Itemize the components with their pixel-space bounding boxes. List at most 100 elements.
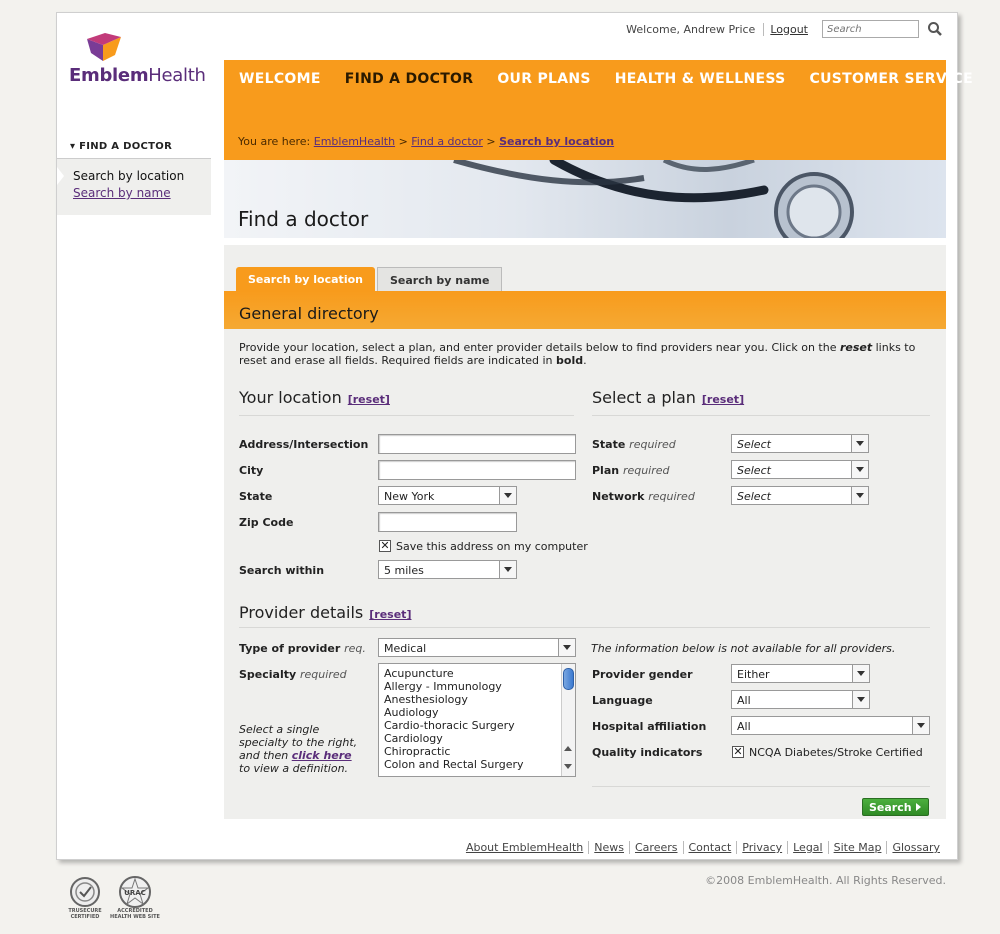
logo-mark-icon [87,33,121,61]
page-title: Find a doctor [238,207,369,231]
general-directory-bar: General directory [224,291,946,329]
scroll-up-arrow-icon[interactable] [564,746,572,751]
network-select[interactable]: Select [731,486,869,505]
chevron-down-icon [912,717,929,734]
your-location-heading: Your location [reset] [239,388,390,407]
plan-reset-link[interactable]: [reset] [702,393,744,406]
specialty-option[interactable]: Colon and Rectal Surgery [384,758,570,771]
nav-item-welcome[interactable]: WELCOME [239,71,321,87]
zip-code-field[interactable] [378,512,517,532]
hospital-affiliation-select[interactable]: All [731,716,930,735]
save-address-label: Save this address on my computer [396,540,588,553]
urac-badge[interactable]: URAC ACCREDITED HEALTH WEB SITE [110,876,160,920]
nav-item-find-a-doctor[interactable]: FIND A DOCTOR [345,71,474,87]
welcome-text: Welcome, Andrew Price [626,22,756,36]
main-nav: WELCOME FIND A DOCTOR OUR PLANS HEALTH &… [224,60,973,170]
address-label: Address/Intersection [239,438,369,451]
page-frame: Welcome, Andrew Price Logout EmblemHealt… [56,12,973,860]
state-select[interactable]: New York [378,486,517,505]
search-within-select[interactable]: 5 miles [378,560,517,579]
tab-search-by-name[interactable]: Search by name [376,267,503,291]
zip-label: Zip Code [239,516,294,529]
language-select[interactable]: All [731,690,870,709]
address-field[interactable] [378,434,576,454]
sidebar-active-arrow [57,167,64,185]
quality-indicator-label: NCQA Diabetes/Stroke Certified [749,746,923,759]
site-search-input[interactable] [822,20,919,38]
save-address-checkbox[interactable]: ✕ [379,540,391,552]
trusecure-badge[interactable]: TRUSECURE CERTIFIED [65,876,105,920]
search-icon[interactable] [927,21,943,37]
urac-badge-text: ACCREDITED HEALTH WEB SITE [110,908,160,920]
provider-type-label: Type of provider req. [239,642,366,655]
specialty-option[interactable]: Audiology [384,706,570,719]
search-button[interactable]: Search [862,798,929,816]
footer-link-privacy[interactable]: Privacy [736,841,787,854]
sidebar-menu: Search by location Search by name [57,158,211,215]
divider [239,627,930,628]
logout-link[interactable]: Logout [763,22,814,36]
quality-label: Quality indicators [592,746,703,759]
tab-search-by-location[interactable]: Search by location [236,267,375,291]
provider-reset-link[interactable]: [reset] [369,608,411,621]
provider-details-heading: Provider details [reset] [239,603,412,622]
gender-label: Provider gender [592,668,693,681]
breadcrumb-emblemhealth[interactable]: EmblemHealth [314,135,395,148]
provider-type-select[interactable]: Medical [378,638,576,657]
specialty-listbox[interactable]: Acupuncture Allergy - Immunology Anesthe… [378,663,576,777]
provider-gender-select[interactable]: Either [731,664,870,683]
divider [239,415,574,416]
footer-link-careers[interactable]: Careers [629,841,683,854]
footer-link-about[interactable]: About EmblemHealth [461,841,588,854]
arrow-right-icon [916,803,921,811]
breadcrumb-search-by-location[interactable]: Search by location [499,135,614,148]
sidebar-item-search-by-location[interactable]: Search by location [73,169,211,183]
specialty-help-note: Select a single specialty to the right, … [239,723,358,775]
breadcrumb-find-a-doctor[interactable]: Find a doctor [411,135,483,148]
plan-state-select[interactable]: Select [731,434,869,453]
nav-item-health-wellness[interactable]: HEALTH & WELLNESS [615,71,786,87]
plan-select[interactable]: Select [731,460,869,479]
hospital-label: Hospital affiliation [592,720,707,733]
footer-link-glossary[interactable]: Glossary [886,841,945,854]
sidebar-item-search-by-name[interactable]: Search by name [73,186,211,200]
plan-state-label: State required [592,438,676,451]
specialty-label: Specialty required [239,668,347,681]
footer-link-site-map[interactable]: Site Map [827,841,887,854]
select-plan-heading: Select a plan [reset] [592,388,745,407]
footer-links: About EmblemHealth News Careers Contact … [461,841,945,854]
footer-link-news[interactable]: News [588,841,629,854]
breadcrumb-prefix: You are here: [238,135,311,148]
nav-item-our-plans[interactable]: OUR PLANS [497,71,590,87]
specialty-scrollbar[interactable] [561,664,575,776]
footer-link-contact[interactable]: Contact [682,841,737,854]
logo-wordmark: EmblemHealth [69,65,206,86]
nav-item-customer-service[interactable]: CUSTOMER SERVICE [810,71,973,87]
click-here-link[interactable]: click here [292,749,352,762]
unavailable-note: The information below is not available f… [591,642,896,655]
city-field[interactable] [378,460,576,480]
left-sidebar: ▾ FIND A DOCTOR Search by location Searc… [57,135,211,215]
copyright-text: ©2008 EmblemHealth. All Rights Reserved. [705,874,946,887]
chevron-down-icon [851,461,868,478]
network-label: Network required [592,490,695,503]
specialty-option[interactable]: Cardio-thoracic Surgery [384,719,570,732]
specialty-option[interactable]: Allergy - Immunology [384,680,570,693]
chevron-down-icon [499,561,516,578]
scroll-down-arrow-icon[interactable] [564,764,572,769]
chevron-down-icon [558,639,575,656]
specialty-option[interactable]: Anesthesiology [384,693,570,706]
quality-indicator-checkbox[interactable]: ✕ [732,746,744,758]
location-reset-link[interactable]: [reset] [348,393,390,406]
top-utility-bar: Welcome, Andrew Price Logout [626,18,943,40]
specialty-option[interactable]: Cardiology [384,732,570,745]
chevron-down-icon [851,435,868,452]
chevron-down-icon [499,487,516,504]
specialty-option[interactable]: Acupuncture [384,667,570,680]
footer-link-legal[interactable]: Legal [787,841,827,854]
specialty-option[interactable]: Chiropractic [384,745,570,758]
svg-text:URAC: URAC [124,889,146,897]
hero-banner: Find a doctor [224,160,946,241]
scrollbar-thumb[interactable] [563,668,574,690]
emblemhealth-logo[interactable]: EmblemHealth [69,33,214,89]
